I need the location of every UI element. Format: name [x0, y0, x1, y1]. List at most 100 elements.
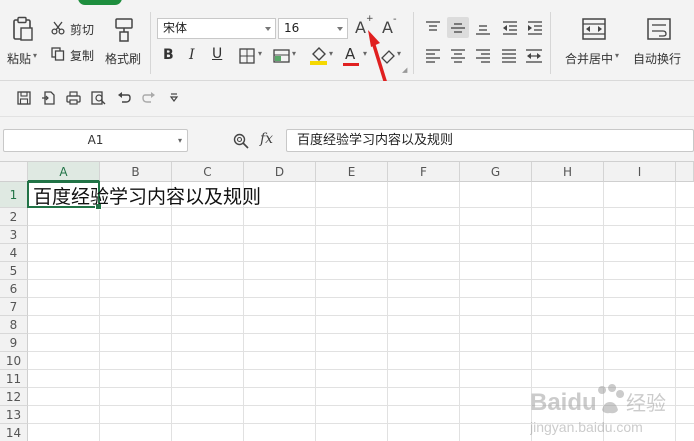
paste-label: 粘贴 — [7, 52, 32, 66]
column-header-g[interactable]: G — [460, 162, 532, 182]
watermark-brand-cn: 经验 — [626, 391, 666, 415]
wrap-text-button[interactable]: 自动换行 — [630, 16, 690, 66]
grid-hline — [28, 279, 694, 280]
column-header-f[interactable]: F — [388, 162, 460, 182]
column-header-i[interactable]: I — [604, 162, 676, 182]
paste-dropdown-icon[interactable]: ▾ — [33, 51, 37, 60]
paste-button[interactable]: 粘贴 ▾ — [5, 16, 41, 66]
quick-access-toolbar — [0, 81, 694, 117]
wrap-text-icon — [647, 18, 671, 40]
column-header-partial[interactable] — [676, 162, 694, 182]
align-left-icon[interactable] — [425, 48, 441, 64]
column-header-e[interactable]: E — [316, 162, 388, 182]
row-header-10[interactable]: 10 — [0, 352, 28, 370]
chevron-down-icon: ▾ — [615, 51, 620, 60]
font-color-swatch — [343, 63, 359, 66]
align-top-icon[interactable] — [425, 20, 441, 36]
grid-vline — [387, 182, 388, 441]
align-right-icon[interactable] — [475, 48, 491, 64]
grid-vline — [315, 182, 316, 441]
chevron-down-icon[interactable]: ▾ — [178, 130, 182, 151]
font-size-value: 16 — [284, 21, 300, 35]
italic-label: I — [189, 47, 195, 63]
export-icon[interactable] — [41, 91, 55, 105]
cell-a1-content: 百度经验学习内容以及规则 — [33, 186, 262, 208]
row-header-5[interactable]: 5 — [0, 262, 28, 280]
column-header-d[interactable]: D — [244, 162, 316, 182]
format-painter-button[interactable]: 格式刷 — [104, 16, 144, 66]
column-header-h[interactable]: H — [532, 162, 604, 182]
select-all-corner[interactable] — [0, 162, 28, 182]
copy-label: 复制 — [70, 49, 95, 63]
column-header-c[interactable]: C — [172, 162, 244, 182]
grid-hline — [28, 243, 694, 244]
font-name-select[interactable]: 宋体 — [157, 18, 276, 39]
bold-button[interactable]: B — [160, 47, 178, 65]
baidu-jingyan-watermark: Baidu 经验 jingyan.baidu.com — [530, 384, 666, 435]
redo-icon[interactable] — [142, 91, 156, 105]
grid-hline — [28, 333, 694, 334]
print-preview-icon[interactable] — [91, 91, 106, 105]
row-header-14[interactable]: 14 — [0, 424, 28, 441]
distributed-align-icon[interactable] — [525, 48, 543, 64]
grid-hline — [28, 225, 694, 226]
column-header-a[interactable]: A — [28, 162, 100, 182]
increase-indent-icon[interactable] — [527, 20, 543, 36]
row-header-11[interactable]: 11 — [0, 370, 28, 388]
merge-center-button[interactable]: 合并居中 ▾ — [560, 16, 626, 66]
grid-hline — [28, 351, 694, 352]
underline-button[interactable]: U — [209, 46, 227, 65]
row-header-12[interactable]: 12 — [0, 388, 28, 406]
row-header-4[interactable]: 4 — [0, 244, 28, 262]
cell-style-button[interactable]: ▾ — [273, 47, 303, 65]
row-header-7[interactable]: 7 — [0, 298, 28, 316]
cut-button[interactable]: 剪切 — [49, 20, 99, 38]
fx-button[interactable]: fx — [260, 131, 273, 147]
grid-hline — [28, 369, 694, 370]
copy-icon — [51, 47, 65, 61]
align-middle-icon[interactable] — [450, 20, 466, 36]
name-box[interactable]: A1 ▾ — [3, 129, 188, 152]
row-header-8[interactable]: 8 — [0, 316, 28, 334]
font-size-select[interactable]: 16 — [278, 18, 348, 39]
cell-style-icon — [273, 49, 290, 63]
copy-button[interactable]: 复制 — [49, 46, 99, 64]
wrap-text-label: 自动换行 — [633, 52, 682, 66]
grid-hline — [28, 297, 694, 298]
customize-icon[interactable] — [169, 93, 179, 103]
row-header-2[interactable]: 2 — [0, 208, 28, 226]
ribbon-divider — [413, 12, 414, 74]
ribbon: 粘贴 ▾ 剪切 复制 格式刷 宋体 16 A + A - B I U ▾ ▾ ▾… — [0, 6, 694, 85]
print-icon[interactable] — [66, 91, 81, 105]
scissors-icon — [51, 21, 65, 35]
column-header-b[interactable]: B — [100, 162, 172, 182]
bold-label: B — [163, 47, 174, 63]
row-header-1[interactable]: 1 — [0, 182, 28, 208]
name-box-value: A1 — [87, 133, 104, 147]
grid-vline — [243, 182, 244, 441]
row-header-3[interactable]: 3 — [0, 226, 28, 244]
align-bottom-icon[interactable] — [475, 20, 491, 36]
chevron-down-icon: ▾ — [329, 49, 334, 58]
align-center-icon[interactable] — [450, 48, 466, 64]
undo-icon[interactable] — [117, 91, 131, 105]
save-icon[interactable] — [17, 91, 31, 105]
ribbon-divider — [150, 12, 151, 74]
decrease-indent-icon[interactable] — [502, 20, 518, 36]
justify-icon[interactable] — [501, 48, 517, 64]
zoom-icon[interactable] — [233, 133, 249, 149]
grid-vline — [459, 182, 460, 441]
borders-button[interactable]: ▾ — [239, 47, 271, 65]
italic-button[interactable]: I — [184, 47, 202, 65]
font-dialog-launcher-icon[interactable]: ◢ — [402, 66, 407, 74]
chevron-down-icon — [265, 27, 271, 31]
tab-home[interactable] — [78, 0, 122, 5]
chevron-down-icon: ▾ — [292, 49, 297, 58]
format-painter-icon — [115, 18, 133, 42]
spreadsheet-grid[interactable]: ABCDEFGHI 1 2 3 4 5 6 7 8 9 10 11 12 13 14 百度经验学习内容以及… — [0, 162, 694, 441]
row-header-6[interactable]: 6 — [0, 280, 28, 298]
row-header-13[interactable]: 13 — [0, 406, 28, 424]
fill-color-button[interactable]: ▾ — [309, 45, 339, 67]
formula-input[interactable]: 百度经验学习内容以及规则 — [286, 129, 694, 152]
row-header-9[interactable]: 9 — [0, 334, 28, 352]
